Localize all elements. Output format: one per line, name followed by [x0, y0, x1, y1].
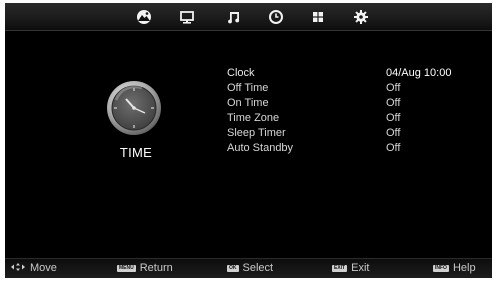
hint-label: Help — [452, 262, 476, 274]
menu-item-off-time[interactable]: Off Time Off — [227, 82, 487, 97]
tab-time[interactable] — [266, 7, 286, 27]
menu-item-label: On Time — [227, 97, 269, 109]
hint-select: OK Select — [227, 262, 273, 274]
arrow-keys-icon — [10, 262, 26, 274]
menu-item-label: Sleep Timer — [227, 127, 286, 139]
grid-icon — [310, 9, 326, 25]
hint-label: Exit — [351, 262, 370, 274]
menu-item-value: Off — [386, 82, 401, 94]
menu-item-label: Auto Standby — [227, 142, 294, 154]
music-icon — [226, 9, 242, 25]
menu-tab-bar — [5, 3, 492, 31]
tab-sound[interactable] — [224, 7, 244, 27]
hint-help: INFO Help — [433, 262, 476, 274]
hint-label: Move — [30, 262, 57, 274]
clock-icon — [268, 9, 284, 25]
tv-osd-screen: TIME Clock 04/Aug 10:00 Off Time Off On … — [5, 3, 492, 278]
menu-item-label: Time Zone — [227, 112, 280, 124]
menu-item-label: Clock — [227, 67, 255, 79]
menu-item-sleep-timer[interactable]: Sleep Timer Off — [227, 127, 487, 142]
exit-key-icon: EXIT — [332, 264, 348, 272]
menu-item-value: Off — [386, 112, 401, 124]
ok-key-icon: OK — [227, 264, 239, 272]
hint-label: Return — [139, 262, 173, 274]
menu-item-value: Off — [386, 97, 401, 109]
menu-item-clock[interactable]: Clock 04/Aug 10:00 — [227, 67, 487, 82]
tab-picture[interactable] — [134, 7, 154, 27]
hint-label: Select — [242, 262, 274, 274]
tab-settings[interactable] — [351, 7, 371, 27]
hint-exit: EXIT Exit — [332, 262, 369, 274]
time-settings-list: Clock 04/Aug 10:00 Off Time Off On Time … — [227, 67, 487, 157]
menu-item-auto-standby[interactable]: Auto Standby Off — [227, 142, 487, 157]
menu-item-value: Off — [386, 142, 401, 154]
screen-icon — [179, 9, 195, 25]
menu-item-value: Off — [386, 127, 401, 139]
info-key-icon: INFO — [433, 264, 449, 272]
picture-icon — [136, 9, 152, 25]
section-title: TIME — [119, 145, 153, 160]
menu-item-time-zone[interactable]: Time Zone Off — [227, 112, 487, 127]
key-hint-bar: Move MENU Return OK Select EXIT Exit INF… — [5, 258, 492, 278]
hint-move: Move — [10, 262, 57, 274]
menu-item-label: Off Time — [227, 82, 269, 94]
menu-item-on-time[interactable]: On Time Off — [227, 97, 487, 112]
tab-setup[interactable] — [308, 7, 328, 27]
analog-clock-icon — [106, 80, 162, 136]
menu-item-value: 04/Aug 10:00 — [386, 67, 452, 79]
gear-icon — [353, 9, 369, 25]
hint-return: MENU Return — [117, 262, 173, 274]
menu-key-icon: MENU — [117, 264, 136, 272]
tab-screen[interactable] — [177, 7, 197, 27]
